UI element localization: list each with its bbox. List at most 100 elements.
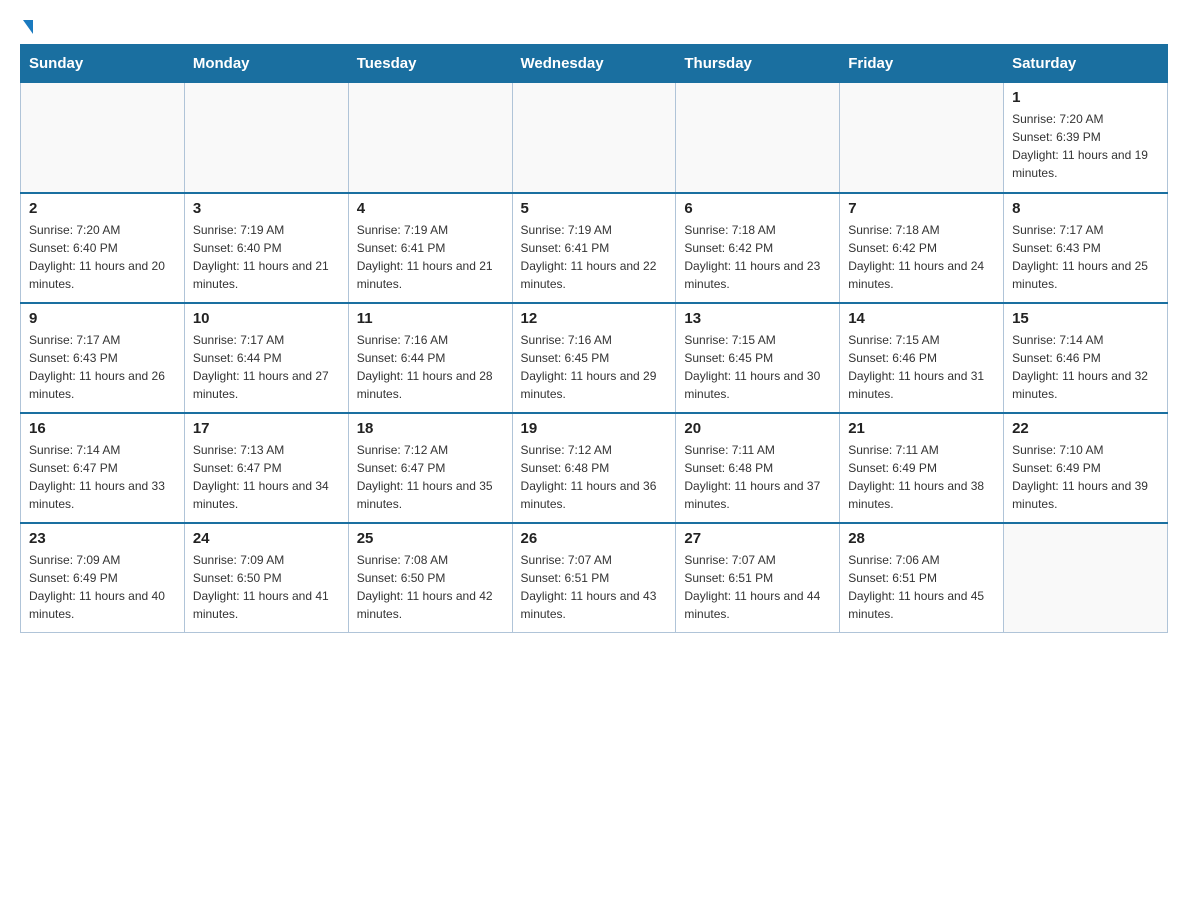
day-info: Sunrise: 7:17 AM Sunset: 6:43 PM Dayligh…: [29, 331, 176, 403]
day-info: Sunrise: 7:15 AM Sunset: 6:46 PM Dayligh…: [848, 331, 995, 403]
calendar-week-row: 1 Sunrise: 7:20 AM Sunset: 6:39 PM Daylig…: [21, 83, 1168, 193]
day-info: Sunrise: 7:06 AM Sunset: 6:51 PM Dayligh…: [848, 551, 995, 623]
calendar-day-cell: [1004, 523, 1168, 633]
calendar-week-row: 9 Sunrise: 7:17 AM Sunset: 6:43 PM Daylig…: [21, 303, 1168, 413]
day-number: 15: [1012, 310, 1159, 327]
day-number: 9: [29, 310, 176, 327]
day-of-week-header: Friday: [840, 45, 1004, 83]
day-of-week-header: Saturday: [1004, 45, 1168, 83]
day-info: Sunrise: 7:20 AM Sunset: 6:39 PM Dayligh…: [1012, 110, 1159, 182]
day-number: 11: [357, 310, 504, 327]
day-info: Sunrise: 7:10 AM Sunset: 6:49 PM Dayligh…: [1012, 441, 1159, 513]
day-info: Sunrise: 7:14 AM Sunset: 6:47 PM Dayligh…: [29, 441, 176, 513]
day-number: 24: [193, 530, 340, 547]
day-info: Sunrise: 7:20 AM Sunset: 6:40 PM Dayligh…: [29, 221, 176, 293]
calendar-day-cell: 5 Sunrise: 7:19 AM Sunset: 6:41 PM Daylig…: [512, 193, 676, 303]
day-info: Sunrise: 7:16 AM Sunset: 6:45 PM Dayligh…: [521, 331, 668, 403]
day-info: Sunrise: 7:19 AM Sunset: 6:41 PM Dayligh…: [357, 221, 504, 293]
day-number: 26: [521, 530, 668, 547]
calendar-day-cell: 22 Sunrise: 7:10 AM Sunset: 6:49 PM Dayli…: [1004, 413, 1168, 523]
day-number: 27: [684, 530, 831, 547]
day-number: 22: [1012, 420, 1159, 437]
calendar-header-row: SundayMondayTuesdayWednesdayThursdayFrid…: [21, 45, 1168, 83]
day-info: Sunrise: 7:12 AM Sunset: 6:48 PM Dayligh…: [521, 441, 668, 513]
day-info: Sunrise: 7:15 AM Sunset: 6:45 PM Dayligh…: [684, 331, 831, 403]
calendar-day-cell: 21 Sunrise: 7:11 AM Sunset: 6:49 PM Dayli…: [840, 413, 1004, 523]
day-of-week-header: Sunday: [21, 45, 185, 83]
day-info: Sunrise: 7:07 AM Sunset: 6:51 PM Dayligh…: [684, 551, 831, 623]
calendar-day-cell: 9 Sunrise: 7:17 AM Sunset: 6:43 PM Daylig…: [21, 303, 185, 413]
calendar-day-cell: 26 Sunrise: 7:07 AM Sunset: 6:51 PM Dayli…: [512, 523, 676, 633]
calendar-day-cell: 7 Sunrise: 7:18 AM Sunset: 6:42 PM Daylig…: [840, 193, 1004, 303]
day-info: Sunrise: 7:09 AM Sunset: 6:50 PM Dayligh…: [193, 551, 340, 623]
day-number: 28: [848, 530, 995, 547]
day-number: 1: [1012, 89, 1159, 106]
calendar-day-cell: 11 Sunrise: 7:16 AM Sunset: 6:44 PM Dayli…: [348, 303, 512, 413]
day-number: 16: [29, 420, 176, 437]
calendar-day-cell: [348, 83, 512, 193]
calendar-day-cell: [512, 83, 676, 193]
calendar-day-cell: [676, 83, 840, 193]
calendar-day-cell: 16 Sunrise: 7:14 AM Sunset: 6:47 PM Dayli…: [21, 413, 185, 523]
calendar-day-cell: 8 Sunrise: 7:17 AM Sunset: 6:43 PM Daylig…: [1004, 193, 1168, 303]
logo: [20, 20, 33, 34]
day-of-week-header: Monday: [184, 45, 348, 83]
calendar-day-cell: 12 Sunrise: 7:16 AM Sunset: 6:45 PM Dayli…: [512, 303, 676, 413]
day-number: 7: [848, 200, 995, 217]
day-of-week-header: Thursday: [676, 45, 840, 83]
calendar-day-cell: 1 Sunrise: 7:20 AM Sunset: 6:39 PM Daylig…: [1004, 83, 1168, 193]
day-of-week-header: Wednesday: [512, 45, 676, 83]
day-info: Sunrise: 7:16 AM Sunset: 6:44 PM Dayligh…: [357, 331, 504, 403]
calendar-day-cell: 2 Sunrise: 7:20 AM Sunset: 6:40 PM Daylig…: [21, 193, 185, 303]
calendar-day-cell: 13Sunrise: 7:15 AM Sunset: 6:45 PM Dayli…: [676, 303, 840, 413]
day-number: 14: [848, 310, 995, 327]
day-info: Sunrise: 7:19 AM Sunset: 6:41 PM Dayligh…: [521, 221, 668, 293]
day-number: 6: [684, 200, 831, 217]
day-number: 19: [521, 420, 668, 437]
page-header: [20, 20, 1168, 34]
calendar-week-row: 23Sunrise: 7:09 AM Sunset: 6:49 PM Dayli…: [21, 523, 1168, 633]
day-number: 2: [29, 200, 176, 217]
calendar-day-cell: [184, 83, 348, 193]
day-number: 3: [193, 200, 340, 217]
day-of-week-header: Tuesday: [348, 45, 512, 83]
day-info: Sunrise: 7:08 AM Sunset: 6:50 PM Dayligh…: [357, 551, 504, 623]
calendar-day-cell: 6 Sunrise: 7:18 AM Sunset: 6:42 PM Daylig…: [676, 193, 840, 303]
day-info: Sunrise: 7:13 AM Sunset: 6:47 PM Dayligh…: [193, 441, 340, 513]
calendar-week-row: 16 Sunrise: 7:14 AM Sunset: 6:47 PM Dayli…: [21, 413, 1168, 523]
calendar-day-cell: 10Sunrise: 7:17 AM Sunset: 6:44 PM Dayli…: [184, 303, 348, 413]
calendar-day-cell: 4 Sunrise: 7:19 AM Sunset: 6:41 PM Daylig…: [348, 193, 512, 303]
calendar-day-cell: [21, 83, 185, 193]
day-info: Sunrise: 7:18 AM Sunset: 6:42 PM Dayligh…: [684, 221, 831, 293]
day-number: 8: [1012, 200, 1159, 217]
day-info: Sunrise: 7:18 AM Sunset: 6:42 PM Dayligh…: [848, 221, 995, 293]
day-number: 5: [521, 200, 668, 217]
day-info: Sunrise: 7:09 AM Sunset: 6:49 PM Dayligh…: [29, 551, 176, 623]
calendar-week-row: 2 Sunrise: 7:20 AM Sunset: 6:40 PM Daylig…: [21, 193, 1168, 303]
day-number: 21: [848, 420, 995, 437]
calendar-day-cell: 24 Sunrise: 7:09 AM Sunset: 6:50 PM Dayli…: [184, 523, 348, 633]
calendar-day-cell: 23Sunrise: 7:09 AM Sunset: 6:49 PM Dayli…: [21, 523, 185, 633]
logo-arrow-icon: [23, 20, 33, 34]
calendar-day-cell: 3 Sunrise: 7:19 AM Sunset: 6:40 PM Daylig…: [184, 193, 348, 303]
day-info: Sunrise: 7:11 AM Sunset: 6:49 PM Dayligh…: [848, 441, 995, 513]
calendar-table: SundayMondayTuesdayWednesdayThursdayFrid…: [20, 44, 1168, 633]
day-info: Sunrise: 7:14 AM Sunset: 6:46 PM Dayligh…: [1012, 331, 1159, 403]
day-number: 12: [521, 310, 668, 327]
calendar-day-cell: 20 Sunrise: 7:11 AM Sunset: 6:48 PM Dayli…: [676, 413, 840, 523]
calendar-day-cell: [840, 83, 1004, 193]
calendar-day-cell: 14 Sunrise: 7:15 AM Sunset: 6:46 PM Dayli…: [840, 303, 1004, 413]
day-number: 17: [193, 420, 340, 437]
day-number: 25: [357, 530, 504, 547]
day-number: 20: [684, 420, 831, 437]
day-info: Sunrise: 7:11 AM Sunset: 6:48 PM Dayligh…: [684, 441, 831, 513]
day-info: Sunrise: 7:17 AM Sunset: 6:44 PM Dayligh…: [193, 331, 340, 403]
day-number: 4: [357, 200, 504, 217]
calendar-day-cell: 19 Sunrise: 7:12 AM Sunset: 6:48 PM Dayli…: [512, 413, 676, 523]
day-info: Sunrise: 7:12 AM Sunset: 6:47 PM Dayligh…: [357, 441, 504, 513]
day-info: Sunrise: 7:17 AM Sunset: 6:43 PM Dayligh…: [1012, 221, 1159, 293]
day-info: Sunrise: 7:19 AM Sunset: 6:40 PM Dayligh…: [193, 221, 340, 293]
calendar-day-cell: 15 Sunrise: 7:14 AM Sunset: 6:46 PM Dayli…: [1004, 303, 1168, 413]
day-info: Sunrise: 7:07 AM Sunset: 6:51 PM Dayligh…: [521, 551, 668, 623]
day-number: 18: [357, 420, 504, 437]
